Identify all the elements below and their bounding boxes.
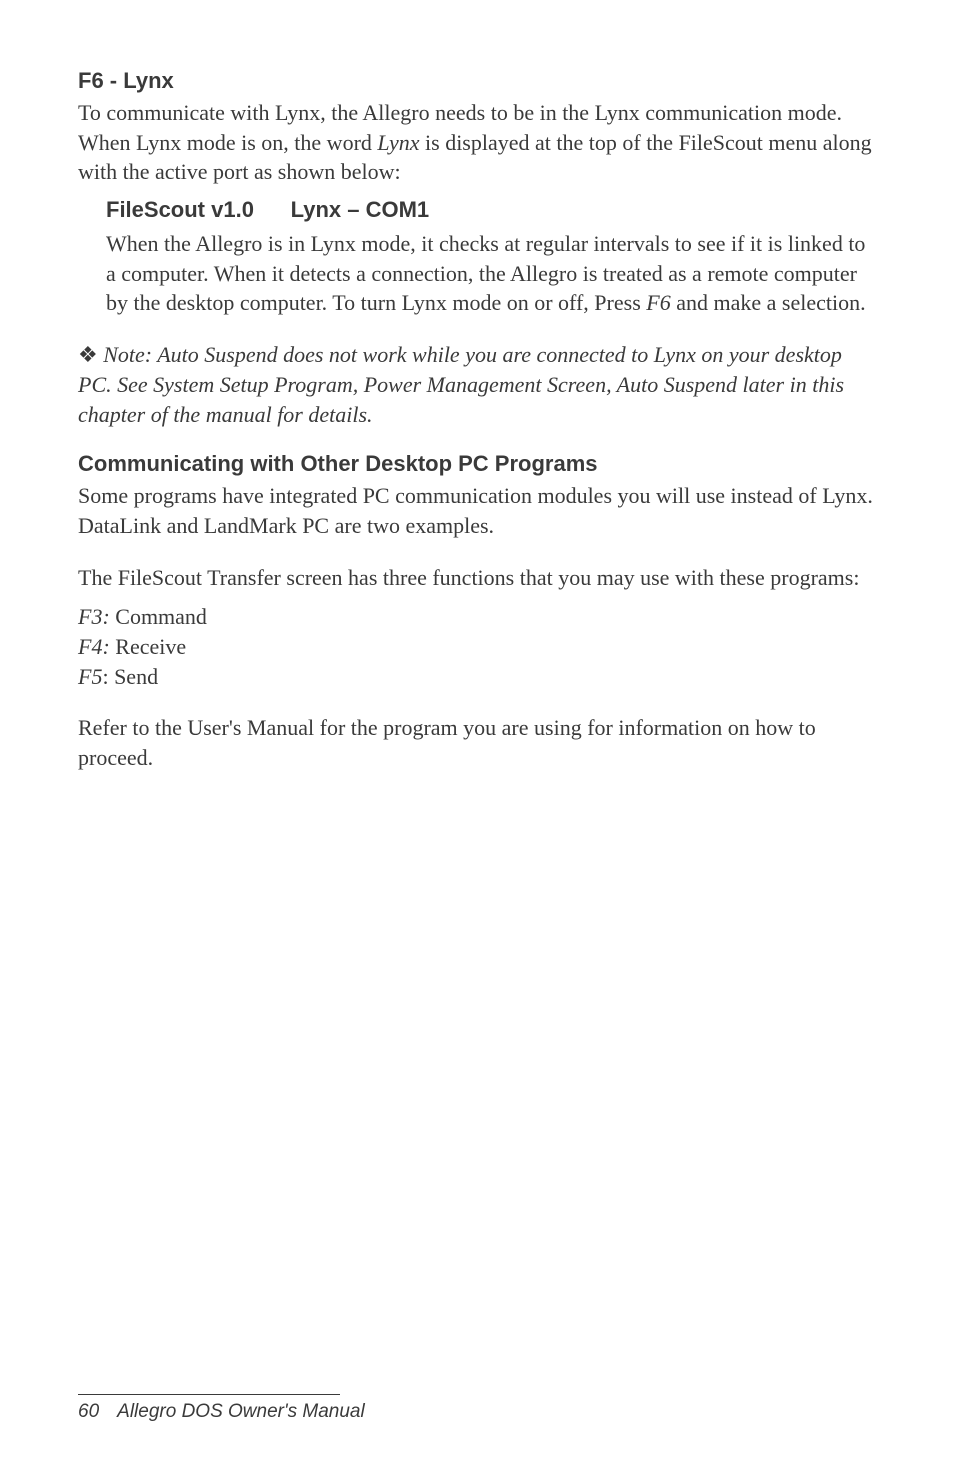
- list-label: Receive: [110, 634, 186, 659]
- footer-row: 60 Allegro DOS Owner's Manual: [78, 1401, 876, 1423]
- list-label: Command: [110, 604, 207, 629]
- function-list: F3: Command F4: Receive F5: Send: [78, 602, 876, 691]
- text-italic-lynx: Lynx: [377, 130, 419, 155]
- note-auto-suspend: ❖ Note: Auto Suspend does not work while…: [78, 340, 876, 429]
- list-item: F5: Send: [78, 662, 876, 692]
- list-item: F4: Receive: [78, 632, 876, 662]
- filescout-heading: FileScout v1.0 Lynx – COM1: [106, 197, 866, 223]
- paragraph-programs: Some programs have integrated PC communi…: [78, 481, 876, 540]
- text-italic-f6: F6: [646, 290, 670, 315]
- text-part: and make a selection.: [671, 290, 866, 315]
- list-key: F5: [78, 664, 102, 689]
- page-footer: 60 Allegro DOS Owner's Manual: [78, 1394, 876, 1423]
- list-key: F4:: [78, 634, 110, 659]
- footer-title: Allegro DOS Owner's Manual: [117, 1401, 365, 1423]
- heading-f6-lynx: F6 - Lynx: [78, 68, 876, 94]
- list-key: F3:: [78, 604, 110, 629]
- heading-communicating: Communicating with Other Desktop PC Prog…: [78, 451, 876, 477]
- section-communicating: Communicating with Other Desktop PC Prog…: [78, 451, 876, 773]
- footer-divider: [78, 1394, 340, 1395]
- paragraph-lynx-intro: To communicate with Lynx, the Allegro ne…: [78, 98, 876, 187]
- paragraph-lynx-mode: When the Allegro is in Lynx mode, it che…: [106, 229, 866, 318]
- paragraph-refer: Refer to the User's Manual for the progr…: [78, 713, 876, 772]
- paragraph-filescout-transfer: The FileScout Transfer screen has three …: [78, 563, 876, 593]
- note-text: Note: Auto Suspend does not work while y…: [78, 342, 844, 426]
- list-item: F3: Command: [78, 602, 876, 632]
- section-f6-lynx: F6 - Lynx To communicate with Lynx, the …: [78, 68, 876, 318]
- diamond-icon: ❖: [78, 342, 98, 367]
- page-number: 60: [78, 1401, 99, 1423]
- indent-block: FileScout v1.0 Lynx – COM1 When the Alle…: [78, 197, 876, 318]
- list-label: : Send: [102, 664, 158, 689]
